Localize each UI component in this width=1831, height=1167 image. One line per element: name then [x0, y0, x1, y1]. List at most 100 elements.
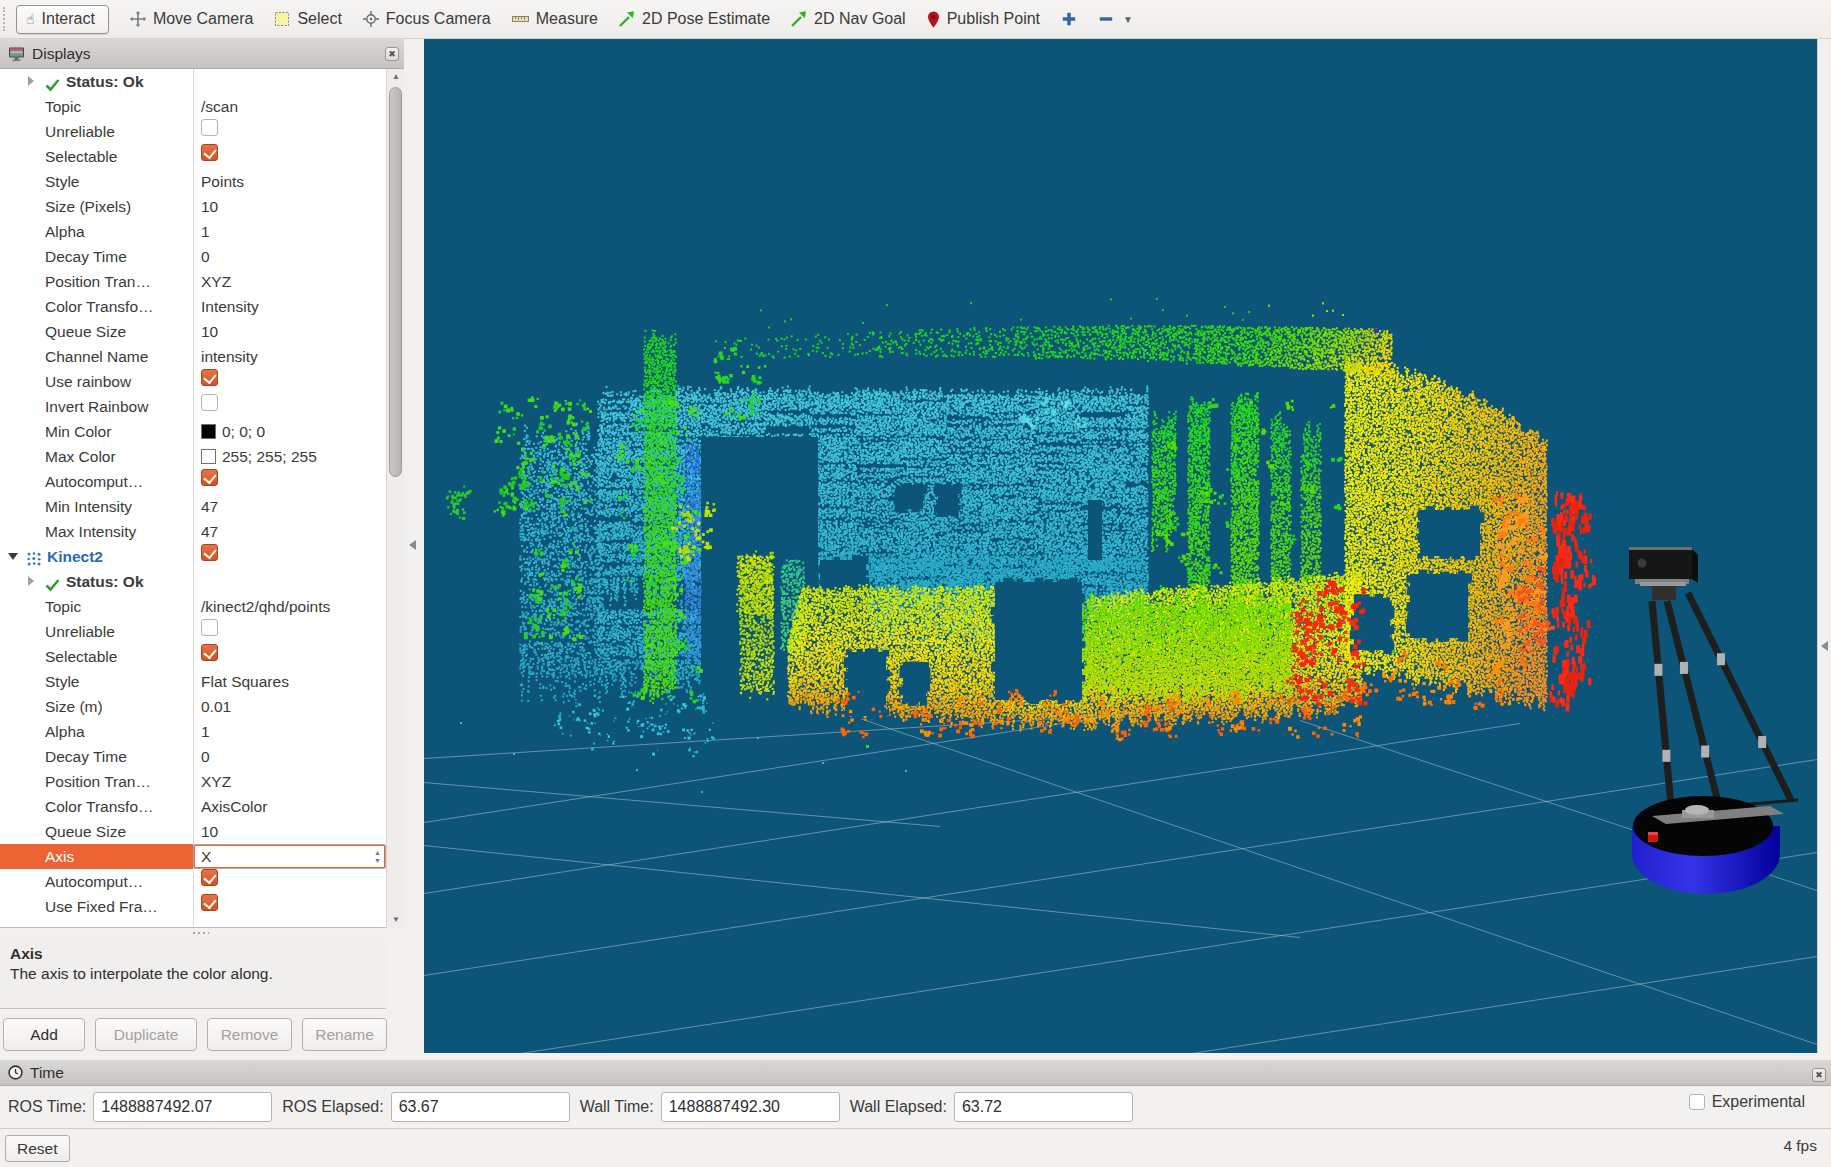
tree-row-autocomput-[interactable]: Autocomput… [0, 869, 386, 894]
property-value[interactable]: 0 [194, 244, 386, 269]
checkbox-unchecked[interactable] [201, 394, 218, 411]
property-value[interactable]: 1 [194, 719, 386, 744]
property-value[interactable]: XYZ [194, 269, 386, 294]
expander-icon[interactable] [28, 76, 34, 86]
time-field-input-0[interactable] [93, 1092, 272, 1122]
color-value[interactable]: 0; 0; 0 [194, 419, 386, 444]
tree-row-kinect2[interactable]: Kinect2 [0, 544, 386, 569]
tree-row-selectable[interactable]: Selectable [0, 144, 386, 169]
tool-interact[interactable]: ☝Interact [16, 5, 109, 34]
tree-row-unreliable[interactable]: Unreliable [0, 119, 386, 144]
time-field-input-2[interactable] [661, 1092, 840, 1122]
tool-select[interactable]: Select [274, 10, 341, 28]
tree-row-queue-size[interactable]: Queue Size10 [0, 819, 386, 844]
tree-row-axis[interactable]: AxisX▲▼ [0, 844, 386, 869]
tree-row-topic[interactable]: Topic/kinect2/qhd/points [0, 594, 386, 619]
tree-row-unreliable[interactable]: Unreliable [0, 619, 386, 644]
tree-row-autocomput-[interactable]: Autocomput… [0, 469, 386, 494]
checkbox-unchecked[interactable] [201, 119, 218, 136]
checkbox-checked[interactable] [201, 894, 218, 911]
3d-viewport[interactable] [424, 39, 1817, 1053]
tree-row-status-ok[interactable]: Status: Ok [0, 69, 386, 94]
tree-row-alpha[interactable]: Alpha1 [0, 219, 386, 244]
rename-button[interactable]: Rename [302, 1018, 387, 1051]
checkbox-checked[interactable] [201, 144, 218, 161]
tree-row-color-transfo-[interactable]: Color Transfo…Intensity [0, 294, 386, 319]
property-value[interactable]: 47 [194, 494, 386, 519]
tree-row-decay-time[interactable]: Decay Time0 [0, 244, 386, 269]
tree-row-status-ok[interactable]: Status: Ok [0, 569, 386, 594]
tree-row-topic[interactable]: Topic/scan [0, 94, 386, 119]
tree-row-style[interactable]: StyleFlat Squares [0, 669, 386, 694]
tool-pose-estimate[interactable]: 2D Pose Estimate [619, 10, 770, 28]
property-value[interactable]: 1 [194, 219, 386, 244]
tool-publish-point[interactable]: Publish Point [927, 10, 1040, 28]
tree-row-size-m-[interactable]: Size (m)0.01 [0, 694, 386, 719]
checkbox-checked[interactable] [201, 369, 218, 386]
tool-focus-camera[interactable]: Focus Camera [363, 10, 491, 28]
tree-row-alpha[interactable]: Alpha1 [0, 719, 386, 744]
tree-row-max-color[interactable]: Max Color255; 255; 255 [0, 444, 386, 469]
tree-row-selectable[interactable]: Selectable [0, 644, 386, 669]
checkbox-checked[interactable] [201, 544, 218, 561]
tool-remove-tool[interactable]: ▼ [1098, 11, 1133, 27]
checkbox-checked[interactable] [201, 644, 218, 661]
dropdown-caret-icon[interactable]: ▼ [1123, 14, 1133, 25]
property-value[interactable]: 47 [194, 519, 386, 544]
property-value[interactable]: Intensity [194, 294, 386, 319]
checkbox-checked[interactable] [201, 469, 218, 486]
tool-measure[interactable]: Measure [512, 10, 598, 28]
expander-icon[interactable] [8, 553, 18, 560]
panel-splitter[interactable] [404, 39, 424, 1053]
property-value[interactable]: 0.01 [194, 694, 386, 719]
time-field-input-3[interactable] [954, 1092, 1133, 1122]
tree-row-position-tran-[interactable]: Position Tran…XYZ [0, 769, 386, 794]
tool-nav-goal[interactable]: 2D Nav Goal [791, 10, 906, 28]
remove-button[interactable]: Remove [207, 1018, 292, 1051]
tool-add-tool[interactable] [1061, 11, 1077, 27]
property-value[interactable]: AxisColor [194, 794, 386, 819]
tool-move-camera[interactable]: Move Camera [130, 10, 253, 28]
time-field-input-1[interactable] [391, 1092, 570, 1122]
displays-scrollbar[interactable]: ▲ ▼ [386, 69, 404, 928]
property-value[interactable]: /scan [194, 94, 386, 119]
experimental-option[interactable]: Experimental [1689, 1093, 1805, 1111]
right-dock-strip[interactable] [1817, 39, 1831, 1053]
property-value[interactable]: 0 [194, 744, 386, 769]
checkbox-unchecked[interactable] [201, 619, 218, 636]
property-value[interactable]: /kinect2/qhd/points [194, 594, 386, 619]
color-value[interactable]: 255; 255; 255 [194, 444, 386, 469]
tree-row-channel-name[interactable]: Channel Nameintensity [0, 344, 386, 369]
tree-row-invert-rainbow[interactable]: Invert Rainbow [0, 394, 386, 419]
checkbox-checked[interactable] [201, 869, 218, 886]
property-value[interactable]: 10 [194, 319, 386, 344]
tree-row-color-transfo-[interactable]: Color Transfo…AxisColor [0, 794, 386, 819]
tree-row-style[interactable]: StylePoints [0, 169, 386, 194]
tree-splitter[interactable] [0, 928, 386, 937]
duplicate-button[interactable]: Duplicate [95, 1018, 197, 1051]
tree-row-use-fixed-fra-[interactable]: Use Fixed Fra… [0, 894, 386, 919]
collapse-right-icon[interactable] [1821, 641, 1828, 651]
tree-row-max-intensity[interactable]: Max Intensity47 [0, 519, 386, 544]
property-value[interactable]: intensity [194, 344, 386, 369]
tree-row-decay-time[interactable]: Decay Time0 [0, 744, 386, 769]
experimental-checkbox[interactable] [1689, 1094, 1705, 1110]
displays-close-icon[interactable]: ✖ [385, 47, 399, 61]
property-value[interactable]: Points [194, 169, 386, 194]
collapse-left-icon[interactable] [409, 540, 416, 550]
property-value[interactable]: 10 [194, 819, 386, 844]
axis-combo[interactable]: X▲▼ [193, 844, 386, 869]
tree-row-min-intensity[interactable]: Min Intensity47 [0, 494, 386, 519]
scrollbar-thumb[interactable] [389, 87, 402, 477]
reset-button[interactable]: Reset [5, 1135, 70, 1162]
tree-row-size-pixels-[interactable]: Size (Pixels)10 [0, 194, 386, 219]
expander-icon[interactable] [28, 576, 34, 586]
tree-row-min-color[interactable]: Min Color0; 0; 0 [0, 419, 386, 444]
property-value[interactable]: 10 [194, 194, 386, 219]
tree-row-queue-size[interactable]: Queue Size10 [0, 319, 386, 344]
property-value[interactable]: Flat Squares [194, 669, 386, 694]
time-close-icon[interactable]: ✖ [1812, 1068, 1826, 1082]
add-button[interactable]: Add [3, 1018, 85, 1051]
tree-row-position-tran-[interactable]: Position Tran…XYZ [0, 269, 386, 294]
tree-row-use-rainbow[interactable]: Use rainbow [0, 369, 386, 394]
